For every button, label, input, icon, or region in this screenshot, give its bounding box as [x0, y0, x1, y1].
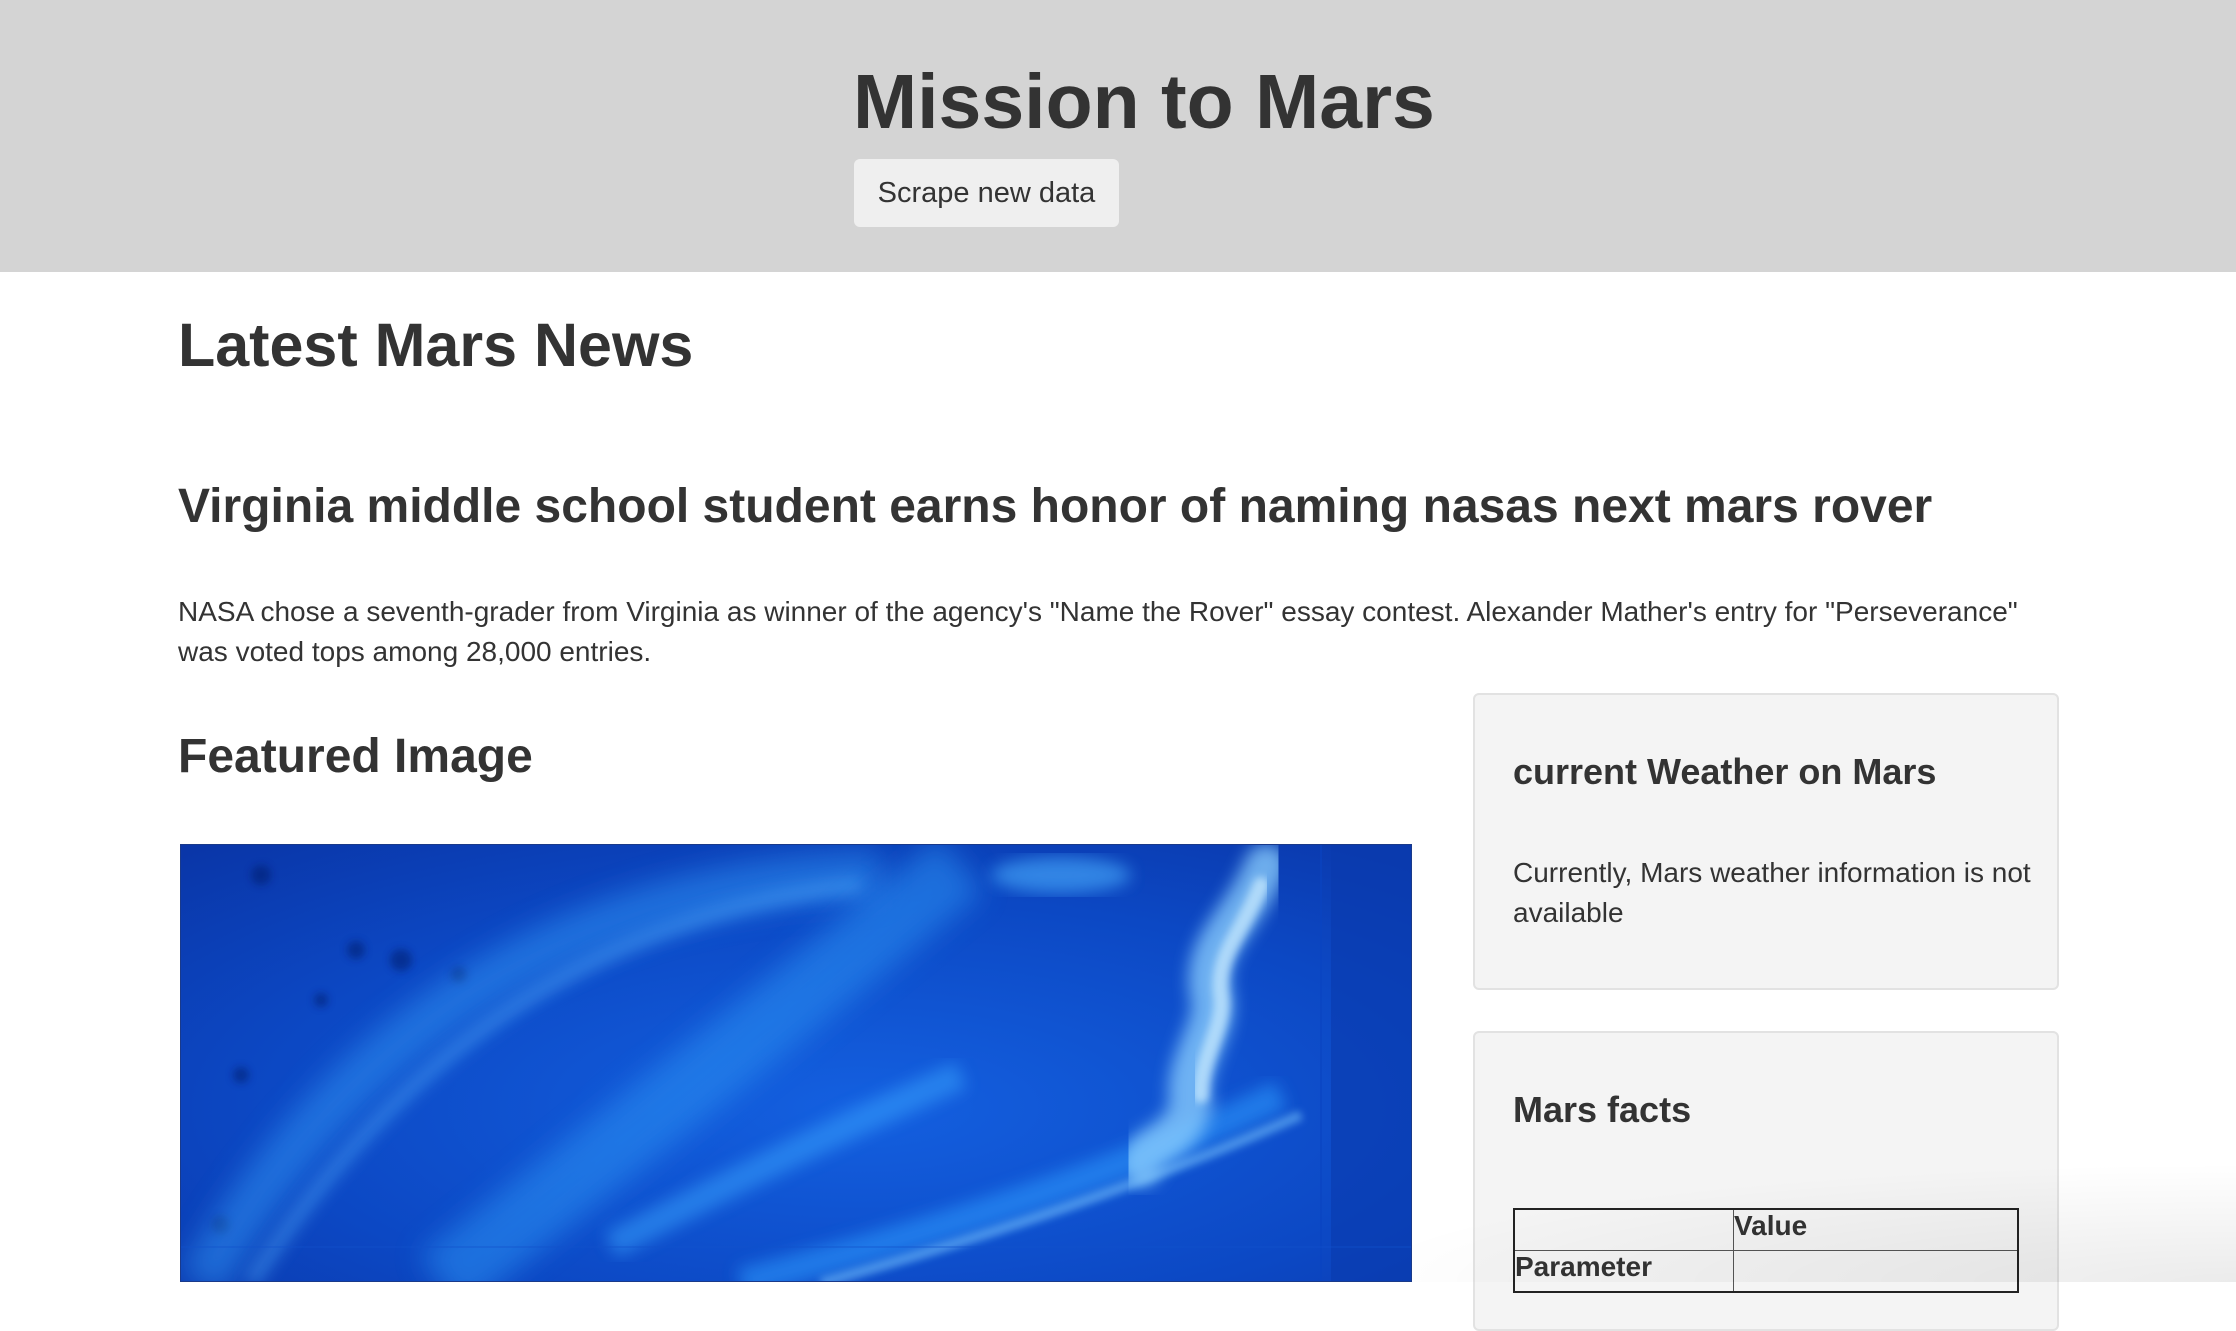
- news-title: Virginia middle school student earns hon…: [178, 477, 1932, 537]
- table-index-row: Parameter: [1514, 1251, 2018, 1293]
- table-index-label: Parameter: [1514, 1251, 1734, 1293]
- latest-news-heading: Latest Mars News: [178, 305, 693, 385]
- mars-facts-card: Mars facts Value Parameter: [1473, 1031, 2059, 1331]
- table-header-cell-value: Value: [1734, 1209, 2019, 1251]
- table-index-blank: [1734, 1251, 2019, 1293]
- featured-image-heading: Featured Image: [178, 727, 533, 787]
- table-header-row: Value: [1514, 1209, 2018, 1251]
- mars-facts-table: Value Parameter: [1513, 1208, 2019, 1293]
- weather-title: current Weather on Mars: [1513, 750, 1936, 794]
- weather-card: current Weather on Mars Currently, Mars …: [1473, 693, 2059, 990]
- jumbotron-header: Mission to Mars Scrape new data: [0, 0, 2236, 272]
- mars-facts-title: Mars facts: [1513, 1088, 1691, 1132]
- table-header-cell-blank: [1514, 1209, 1734, 1251]
- site-title: Mission to Mars: [853, 52, 1435, 152]
- weather-text: Currently, Mars weather information is n…: [1513, 853, 2033, 933]
- news-paragraph: NASA chose a seventh-grader from Virgini…: [178, 592, 2058, 672]
- scrape-new-data-button[interactable]: Scrape new data: [854, 159, 1119, 227]
- featured-image-graphic: [181, 845, 1412, 1282]
- featured-image: [180, 844, 1412, 1282]
